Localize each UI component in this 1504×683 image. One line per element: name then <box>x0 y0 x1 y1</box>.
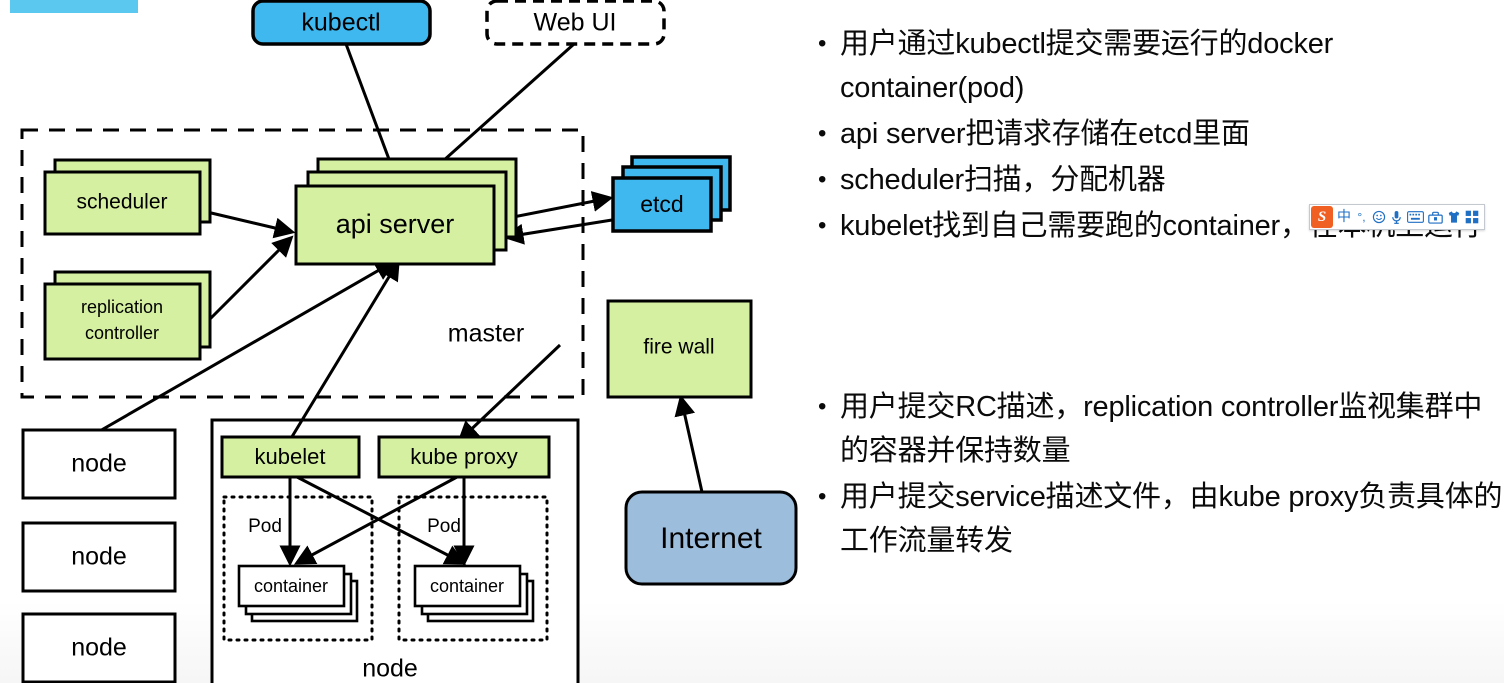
node-left-3[interactable]: node <box>21 612 177 683</box>
bullet-item: • 用户通过kubectl提交需要运行的docker container(pod… <box>818 22 1504 110</box>
node-api-server[interactable]: api server <box>294 157 518 266</box>
node-replication-controller[interactable]: replication controller <box>43 270 212 361</box>
bullet-item: • 用户提交service描述文件，由kube proxy负责具体的工作流量转发 <box>818 475 1504 563</box>
soft-keyboard-icon[interactable] <box>1405 207 1426 227</box>
node-replication-controller-label-1: replication <box>81 297 163 317</box>
bullet-marker: • <box>818 166 827 193</box>
node-etcd[interactable]: etcd <box>611 155 732 233</box>
node-left-2-label: node <box>71 543 127 571</box>
accent-bar <box>10 0 138 13</box>
node-fire-wall-label: fire wall <box>643 336 714 359</box>
app-grid-icon[interactable] <box>1463 207 1481 227</box>
pod-left-label: Pod <box>248 516 282 537</box>
bullet-marker: • <box>818 212 827 239</box>
node-internet-label: Internet <box>660 522 762 555</box>
bullet-text: 用户通过kubectl提交需要运行的docker container(pod) <box>840 28 1341 104</box>
bullet-item: • api server把请求存储在etcd里面 <box>818 112 1504 156</box>
node-fire-wall[interactable]: fire wall <box>606 299 753 399</box>
bullet-marker: • <box>818 30 827 57</box>
node-container-right-label: container <box>430 576 504 596</box>
sogou-ime-toolbar[interactable]: S 中 °, <box>1309 204 1485 230</box>
emoji-icon[interactable] <box>1370 207 1388 227</box>
bullet-text: 用户提交service描述文件，由kube proxy负责具体的工作流量转发 <box>840 481 1503 557</box>
arrow-internet-to-firewall <box>674 394 704 493</box>
node-left-1-label: node <box>71 450 127 478</box>
node-scheduler-label: scheduler <box>76 191 167 214</box>
node-bottom-label: node <box>362 655 418 683</box>
explanation-text-panel: • 用户通过kubectl提交需要运行的docker container(pod… <box>818 0 1504 683</box>
bullet-marker: • <box>818 483 827 510</box>
skin-icon[interactable] <box>1445 207 1463 227</box>
node-scheduler[interactable]: scheduler <box>43 158 212 236</box>
node-etcd-label: etcd <box>640 191 683 217</box>
bullet-group-resources: • 用户提交RC描述，replication controller监视集群中的容… <box>818 385 1504 565</box>
toolbox-icon[interactable] <box>1426 207 1445 227</box>
node-web-ui[interactable]: Web UI <box>485 0 666 46</box>
bullet-marker: • <box>818 393 827 420</box>
node-left-2[interactable]: node <box>21 521 177 593</box>
bullet-text: api server把请求存储在etcd里面 <box>840 118 1250 150</box>
bullet-item: • 用户提交RC描述，replication controller监视集群中的容… <box>818 385 1504 473</box>
arrow-etcd-to-apiserver <box>502 218 613 245</box>
node-kubelet[interactable]: kubelet <box>220 435 361 479</box>
kubernetes-architecture-diagram: kubectl Web UI scheduler replication con… <box>0 0 810 683</box>
bullet-text: 用户提交RC描述，replication controller监视集群中的容器并… <box>840 391 1483 467</box>
sogou-logo-icon[interactable]: S <box>1311 206 1333 228</box>
node-container-right[interactable]: container <box>413 564 535 623</box>
node-api-server-label: api server <box>336 209 455 239</box>
node-kubectl[interactable]: kubectl <box>251 0 432 46</box>
bullet-item: • scheduler扫描，分配机器 <box>818 158 1504 202</box>
bullet-text: scheduler扫描，分配机器 <box>840 164 1166 196</box>
voice-input-icon[interactable] <box>1388 207 1405 227</box>
arrow-apiserver-to-etcd <box>507 191 614 220</box>
node-container-left[interactable]: container <box>237 564 359 623</box>
pod-right-label: Pod <box>427 516 461 537</box>
language-mode-icon[interactable]: 中 <box>1335 207 1353 227</box>
bullet-marker: • <box>818 120 827 147</box>
node-internet[interactable]: Internet <box>624 490 798 586</box>
node-kube-proxy-label: kube proxy <box>410 444 518 469</box>
arrow-rc-to-apiserver <box>205 235 294 324</box>
master-label: master <box>448 320 524 348</box>
slide-canvas: kubectl Web UI scheduler replication con… <box>0 0 1504 683</box>
arrow-scheduler-to-apiserver <box>206 210 296 239</box>
node-left-1[interactable]: node <box>21 428 177 500</box>
node-replication-controller-label-2: controller <box>85 323 159 343</box>
punctuation-mode-icon[interactable]: °, <box>1353 207 1370 227</box>
node-kubelet-label: kubelet <box>255 444 326 469</box>
node-left-3-label: node <box>71 634 127 662</box>
node-web-ui-label: Web UI <box>534 9 617 37</box>
node-container-left-label: container <box>254 576 328 596</box>
node-kube-proxy[interactable]: kube proxy <box>377 435 551 479</box>
node-kubectl-label: kubectl <box>301 9 380 37</box>
